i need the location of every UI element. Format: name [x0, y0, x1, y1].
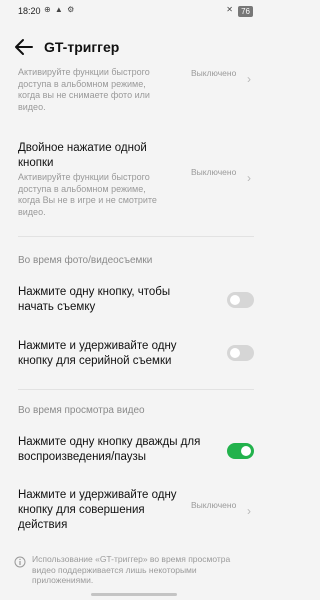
- chevron-right-icon: ›: [247, 504, 251, 518]
- chevron-right-icon: ›: [247, 72, 251, 86]
- row-title: Нажмите и удерживайте одну кнопку для со…: [18, 489, 177, 531]
- row-value: Выключено: [191, 167, 237, 177]
- play-pause-toggle[interactable]: [227, 443, 254, 459]
- back-arrow-icon[interactable]: [12, 36, 36, 58]
- landscape-shortcut-row[interactable]: Активируйте функции быстрого доступа в а…: [0, 64, 269, 114]
- divider: [18, 236, 254, 237]
- row-description: Активируйте функции быстрого доступа в а…: [18, 67, 150, 112]
- burst-capture-row[interactable]: Нажмите и удерживайте одну кнопку для се…: [0, 338, 269, 372]
- toggle-knob: [230, 295, 240, 305]
- section-label-photo: Во время фото/видеосъемки: [18, 255, 153, 266]
- row-title: Нажмите и удерживайте одну кнопку для се…: [18, 340, 177, 367]
- sim-status-icon: ✕: [226, 5, 233, 14]
- row-title: Нажмите одну кнопку дважды для воспроизв…: [18, 436, 201, 463]
- info-icon: [14, 555, 26, 568]
- row-value: Выключено: [191, 500, 237, 510]
- double-press-row[interactable]: Двойное нажатие одной кнопки Активируйте…: [0, 138, 269, 220]
- page-title: GT-триггер: [44, 39, 120, 55]
- home-indicator[interactable]: [91, 593, 177, 596]
- status-notification-icons: ⊕ ▲ ⚙: [44, 5, 76, 14]
- burst-capture-toggle[interactable]: [227, 345, 254, 361]
- section-label-video: Во время просмотра видео: [18, 405, 145, 416]
- row-title: Нажмите одну кнопку, чтобы начать съемку: [18, 286, 171, 313]
- play-pause-row[interactable]: Нажмите одну кнопку дважды для воспроизв…: [0, 434, 269, 468]
- app-header: GT-триггер: [0, 32, 269, 62]
- hold-action-row[interactable]: Нажмите и удерживайте одну кнопку для со…: [0, 487, 269, 539]
- status-time: 18:20: [18, 6, 41, 16]
- toggle-knob: [241, 446, 251, 456]
- footer-info-text: Использование «GT-триггер» во время прос…: [32, 554, 231, 585]
- status-bar: 18:20 ⊕ ▲ ⚙ ✕ 76: [0, 0, 269, 24]
- start-capture-row[interactable]: Нажмите одну кнопку, чтобы начать съемку: [0, 284, 269, 318]
- row-description: Активируйте функции быстрого доступа в а…: [18, 172, 157, 217]
- start-capture-toggle[interactable]: [227, 292, 254, 308]
- row-title: Двойное нажатие одной кнопки: [18, 142, 147, 169]
- chevron-right-icon: ›: [247, 171, 251, 185]
- row-value: Выключено: [191, 68, 237, 78]
- battery-icon: 76: [238, 6, 253, 17]
- toggle-knob: [230, 348, 240, 358]
- divider: [18, 389, 254, 390]
